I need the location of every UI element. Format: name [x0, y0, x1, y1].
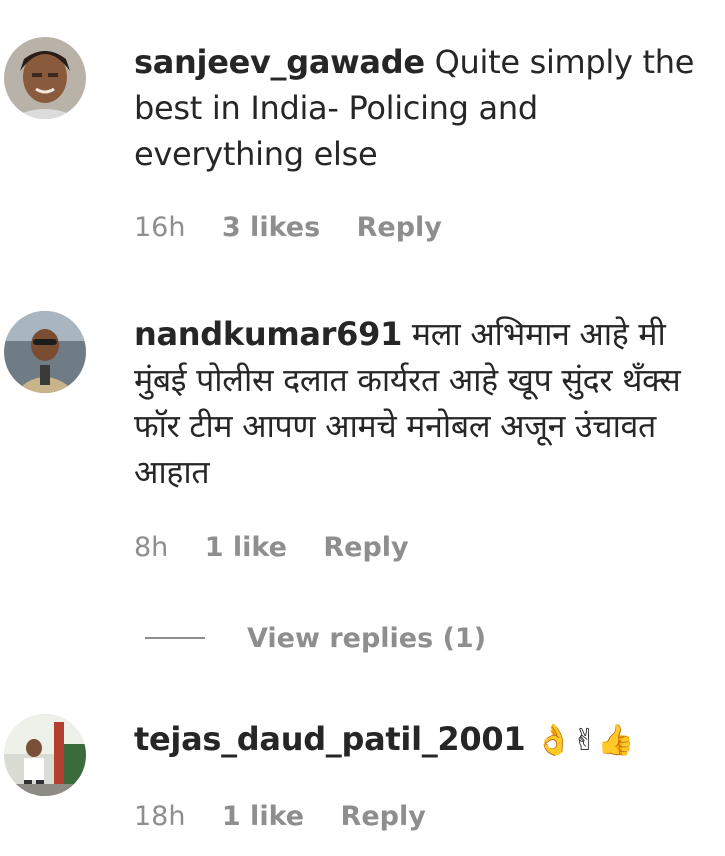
- comment-likes[interactable]: 3 likes: [222, 212, 320, 243]
- comment-meta: 18h 1 like Reply: [134, 801, 453, 832]
- user-avatar-icon[interactable]: [4, 714, 86, 796]
- view-replies-label: View replies (1): [247, 622, 487, 654]
- comment-time[interactable]: 8h: [134, 532, 168, 563]
- comment-body: sanjeev_gawade Quite simply the best in …: [134, 39, 714, 177]
- comment-meta: 16h 3 likes Reply: [134, 212, 469, 243]
- comment-time[interactable]: 16h: [134, 212, 185, 243]
- view-replies-button[interactable]: View replies (1): [145, 618, 486, 658]
- comment-username[interactable]: sanjeev_gawade: [134, 43, 425, 81]
- comment-likes[interactable]: 1 like: [222, 801, 304, 832]
- view-replies-divider: [145, 637, 205, 639]
- comment-username[interactable]: nandkumar691: [134, 315, 402, 353]
- reply-button[interactable]: Reply: [357, 212, 442, 243]
- user-avatar-icon[interactable]: [4, 37, 86, 119]
- comment-body: tejas_daud_patil_2001 👌✌👍: [134, 716, 714, 764]
- reply-button[interactable]: Reply: [323, 532, 408, 563]
- comment-likes[interactable]: 1 like: [205, 532, 287, 563]
- user-avatar-icon[interactable]: [4, 311, 86, 393]
- comment-meta: 8h 1 like Reply: [134, 532, 436, 563]
- comment-body: nandkumar691 मला अभिमान आहे मी मुंबई पोल…: [134, 311, 714, 495]
- reply-button[interactable]: Reply: [341, 801, 426, 832]
- comment-time[interactable]: 18h: [134, 801, 185, 832]
- comment-text: 👌✌👍: [535, 723, 635, 758]
- comment-username[interactable]: tejas_daud_patil_2001: [134, 720, 526, 758]
